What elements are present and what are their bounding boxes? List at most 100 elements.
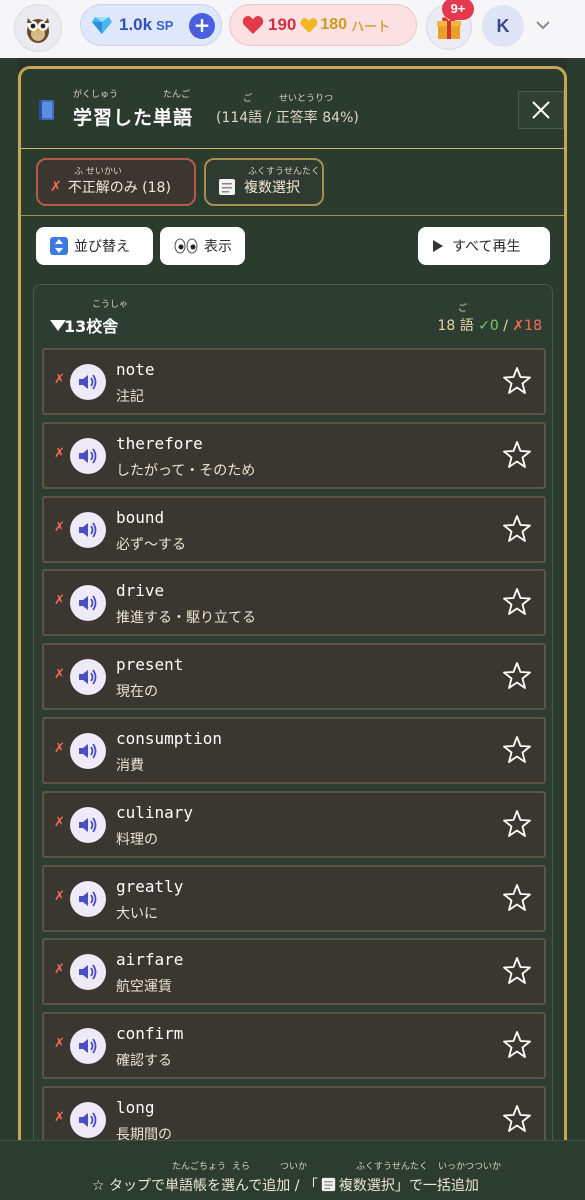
star-icon[interactable] <box>502 1104 532 1134</box>
filter-multi-select-button[interactable]: ふくすうせんたく 複数選択 <box>204 158 324 206</box>
checklist-icon <box>321 1177 336 1192</box>
footer-text-1: ☆ タップで単語帳を選んで追加 / 「 <box>92 1178 318 1194</box>
close-button[interactable] <box>518 91 564 129</box>
red-hearts-count: 190 <box>268 15 297 34</box>
word-text: bound <box>116 507 165 527</box>
incorrect-mark-icon: ✗ <box>54 962 65 978</box>
gold-heart-icon <box>301 17 318 33</box>
red-heart-icon <box>242 16 264 34</box>
speaker-button[interactable] <box>70 1028 106 1065</box>
word-meaning: 大いに <box>116 905 158 922</box>
incorrect-mark-icon: ✗ <box>54 741 65 756</box>
chevron-down-icon[interactable] <box>532 14 554 36</box>
word-list-panel: こうしゃ 13校舎 ご 18 語 ✓0 / ✗18 ✗ note 注記 ✗ theref… <box>33 284 553 1164</box>
star-icon[interactable] <box>502 514 532 544</box>
star-icon[interactable] <box>502 735 532 765</box>
word-text: note <box>116 360 155 379</box>
star-icon[interactable] <box>502 809 532 839</box>
incorrect-mark-icon: ✗ <box>54 667 65 683</box>
speaker-button[interactable] <box>70 954 106 991</box>
word-row[interactable]: ✗ culinary 料理の <box>42 790 546 858</box>
group-header[interactable]: こうしゃ 13校舎 ご 18 語 ✓0 / ✗18 <box>34 285 554 347</box>
word-row[interactable]: ✗ confirm 確認する <box>42 1012 546 1080</box>
speaker-icon <box>79 448 97 464</box>
action-row: 並び替え 表示 すべて再生 <box>21 217 564 277</box>
speaker-button[interactable] <box>70 437 106 474</box>
owl-avatar-button[interactable] <box>14 4 62 52</box>
star-icon[interactable] <box>502 956 532 986</box>
sort-icon <box>50 237 68 255</box>
add-sp-button[interactable]: + <box>189 13 215 39</box>
star-icon[interactable] <box>502 1030 532 1060</box>
word-text: therefore <box>116 433 203 453</box>
word-row[interactable]: ✗ greatly 大いに <box>42 864 546 932</box>
word-row[interactable]: ✗ note 注記 <box>42 348 546 415</box>
speaker-button[interactable] <box>70 511 106 548</box>
display-label: 表示 <box>204 239 232 255</box>
group-title: 13校舎 <box>64 317 119 336</box>
word-row[interactable]: ✗ consumption 消費 <box>42 717 546 784</box>
gold-hearts-count: 180 <box>320 16 348 33</box>
word-meaning: 航空運賃 <box>116 979 172 996</box>
stats-ruby-1: ご <box>243 94 253 104</box>
word-row[interactable]: ✗ present 現在の <box>42 643 546 711</box>
speaker-button[interactable] <box>70 585 106 622</box>
speaker-icon <box>79 1038 97 1054</box>
speaker-icon <box>79 891 97 907</box>
speaker-button[interactable] <box>70 733 106 769</box>
incorrect-x-icon: ✗ <box>50 179 62 195</box>
word-meaning: 消費 <box>116 758 144 774</box>
group-title-ruby: こうしゃ <box>92 300 129 310</box>
incorrect-mark-icon: ✗ <box>54 1036 65 1052</box>
book-icon <box>39 100 54 120</box>
group-correct-count: ✓0 <box>478 318 499 334</box>
word-meaning: 確認する <box>116 1053 172 1070</box>
filter-incorrect-button[interactable]: ふ せいかい ✗ 不正解のみ (18) <box>36 158 196 206</box>
sp-unit: SP <box>156 17 174 33</box>
speaker-button[interactable] <box>70 364 106 400</box>
group-count-sep: / <box>503 318 508 334</box>
word-row[interactable]: ✗ bound 必ず〜する <box>42 495 546 563</box>
sp-balance-pill[interactable]: 1.0k SP + <box>80 4 222 46</box>
speaker-button[interactable] <box>70 659 106 696</box>
word-meaning: 推進する・駆り立てる <box>116 610 256 627</box>
modal-header: がくしゅう たんご 学習した単語 ご せいとうりつ (114語 / 正答率 84… <box>21 69 564 149</box>
modal-stats: (114語 / 正答率 84%) <box>216 110 359 126</box>
filter-incorrect-label: 不正解のみ (18) <box>67 180 171 196</box>
star-icon[interactable] <box>502 587 532 617</box>
footer-ruby-4: ふくすうせんたく <box>356 1162 429 1172</box>
speaker-icon <box>79 669 97 685</box>
word-text: greatly <box>116 876 184 896</box>
footer-hint: たんごちょう えら ついか ふくすうせんたく いっかつついか ☆ タップで単語帳… <box>0 1140 585 1200</box>
footer-ruby-5: いっかつついか <box>438 1162 502 1172</box>
word-text: consumption <box>116 729 222 748</box>
sort-button[interactable]: 並び替え <box>36 227 153 265</box>
speaker-icon <box>79 817 97 833</box>
eyes-icon <box>174 238 198 254</box>
play-icon <box>433 240 443 252</box>
footer-text: ☆ タップで単語帳を選んで追加 / 「 複数選択」で一括追加 <box>92 1175 479 1195</box>
word-row[interactable]: ✗ drive 推進する・駆り立てる <box>42 569 546 637</box>
word-text: present <box>116 655 184 675</box>
speaker-button[interactable] <box>70 880 106 917</box>
speaker-button[interactable] <box>70 806 106 843</box>
star-icon[interactable] <box>502 661 532 691</box>
star-icon[interactable] <box>502 440 532 470</box>
footer-ruby-3: ついか <box>280 1162 308 1172</box>
footer-ruby-2: えら <box>232 1162 251 1172</box>
word-row[interactable]: ✗ therefore したがって・そのため <box>42 421 546 489</box>
star-icon[interactable] <box>502 883 532 913</box>
play-all-button[interactable]: すべて再生 <box>418 227 550 265</box>
user-avatar[interactable]: K <box>482 5 524 47</box>
speaker-button[interactable] <box>70 1102 106 1138</box>
display-button[interactable]: 表示 <box>160 227 245 265</box>
word-row[interactable]: ✗ airfare 航空運賃 <box>42 938 546 1006</box>
star-icon[interactable] <box>502 366 532 396</box>
group-count: 18 語 ✓0 / ✗18 <box>437 315 542 335</box>
speaker-icon <box>79 1112 97 1128</box>
sort-label: 並び替え <box>74 239 130 255</box>
incorrect-mark-icon: ✗ <box>54 888 65 904</box>
hearts-pill[interactable]: 190 180 ハート <box>229 4 417 46</box>
footer-text-2: 複数選択」で一括追加 <box>338 1178 479 1194</box>
learned-words-modal: がくしゅう たんご 学習した単語 ご せいとうりつ (114語 / 正答率 84… <box>18 66 567 1200</box>
